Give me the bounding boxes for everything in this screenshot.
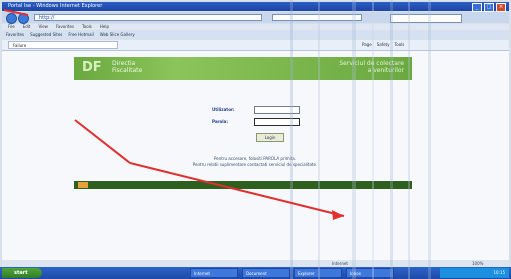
- annotation-arrow-top: [3, 9, 29, 16]
- screen-photo: Portal Ise - Windows Internet Explorer _…: [0, 0, 511, 279]
- annotation-arrow-right: [129, 162, 345, 217]
- annotation-arrows: [3, 9, 345, 220]
- annotation-arrow-left: [74, 119, 131, 164]
